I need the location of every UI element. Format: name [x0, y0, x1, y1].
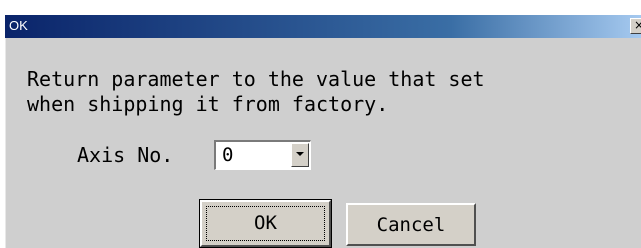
- axis-number-label: Axis No.: [77, 143, 174, 167]
- title-bar[interactable]: OK ×: [5, 15, 641, 38]
- dialog-title: OK: [9, 18, 28, 33]
- message-line-2: when shipping it from factory.: [27, 92, 389, 116]
- chevron-down-icon: [296, 152, 304, 156]
- axis-dropdown-button[interactable]: [291, 143, 309, 167]
- message-line-1: Return parameter to the value that set: [27, 67, 485, 91]
- close-icon: ×: [633, 18, 641, 32]
- axis-number-select[interactable]: 0: [214, 140, 311, 170]
- cancel-button-label: Cancel: [376, 214, 446, 236]
- dialog-message: Return parameter to the value that set w…: [27, 67, 485, 117]
- axis-number-value: 0: [222, 144, 234, 166]
- dialog-window: OK × Return parameter to the value that …: [4, 14, 641, 248]
- cancel-button[interactable]: Cancel: [346, 203, 476, 246]
- close-button[interactable]: ×: [630, 18, 641, 34]
- ok-button[interactable]: OK: [199, 199, 332, 248]
- ok-button-label: OK: [254, 212, 277, 234]
